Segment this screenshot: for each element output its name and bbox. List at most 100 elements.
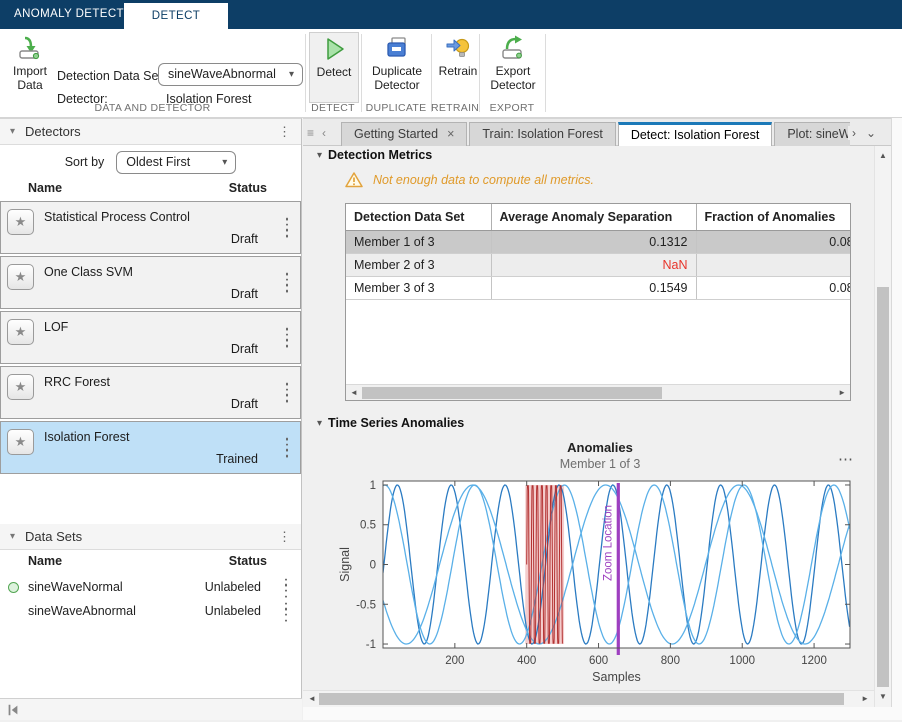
chart-options-icon[interactable]: ⋯ (838, 450, 854, 468)
x-tick-label: 600 (589, 655, 608, 667)
document-tab[interactable]: Getting Started× (341, 122, 467, 147)
collapsed-panel-strip (891, 118, 902, 720)
tab-close-icon[interactable]: × (447, 127, 454, 141)
collapse-panel-icon[interactable] (6, 703, 20, 717)
datasets-kebab-icon[interactable]: ⋮ (278, 529, 291, 545)
detectors-panel-header[interactable]: ▾ Detectors ⋮ (0, 119, 301, 145)
metrics-table-body: Member 1 of 30.13120.0846Member 2 of 3Na… (346, 231, 851, 300)
detect-button[interactable]: Detect (309, 32, 359, 103)
table-cell: 0.0846 (696, 277, 851, 300)
scrollbar-thumb[interactable] (362, 387, 662, 399)
scroll-right-icon[interactable]: ► (861, 691, 869, 707)
table-cell: Member 2 of 3 (346, 254, 491, 277)
table-header-cell[interactable]: Average Anomaly Separation (491, 204, 696, 231)
ribbon-separator (361, 34, 362, 112)
datasets-panel-header[interactable]: ▾ Data Sets ⋮ (0, 524, 301, 550)
scroll-down-icon[interactable]: ▼ (879, 689, 887, 705)
favorite-star-button[interactable]: ★ (7, 264, 34, 290)
document-horizontal-scrollbar[interactable]: ◄ ► (303, 690, 874, 707)
document-tab[interactable]: Train: Isolation Forest (469, 122, 615, 147)
document-tab-bar: ≡ ‹ Getting Started×Train: Isolation For… (303, 118, 902, 146)
table-header-cell[interactable]: Fraction of Anomalies (696, 204, 851, 231)
scroll-right-icon[interactable]: ► (838, 385, 846, 401)
import-data-button[interactable]: Import Data (4, 32, 56, 103)
detectors-kebab-icon[interactable]: ⋮ (278, 124, 291, 140)
favorite-star-button[interactable]: ★ (7, 374, 34, 400)
sort-by-dropdown[interactable]: Oldest First ▾ (116, 151, 236, 174)
combobox-dropdown-icon[interactable]: ▾ (289, 64, 294, 85)
metrics-table[interactable]: Detection Data SetAverage Anomaly Separa… (346, 204, 851, 300)
collapse-triangle-icon[interactable]: ▾ (10, 531, 15, 542)
item-kebab-icon[interactable] (286, 326, 289, 349)
datasets-panel-title: Data Sets (25, 529, 82, 544)
dataset-row[interactable]: sineWaveAbnormalUnlabeled (0, 600, 301, 624)
section-collapse-icon[interactable]: ▾ (317, 418, 322, 429)
section-duplicate: DUPLICATE (361, 102, 431, 114)
plot-area[interactable] (383, 481, 850, 648)
detector-status: Trained (216, 452, 258, 466)
favorite-star-button[interactable]: ★ (7, 429, 34, 455)
item-kebab-icon[interactable] (285, 577, 288, 600)
y-tick-label: -1 (366, 639, 376, 651)
dataset-row[interactable]: sineWaveNormalUnlabeled (0, 576, 301, 600)
retrain-button[interactable]: Retrain (434, 32, 482, 103)
scroll-left-icon[interactable]: ◄ (350, 385, 358, 401)
zoom-location-label: Zoom Location (602, 505, 614, 581)
x-tick-label: 400 (517, 655, 536, 667)
table-row[interactable]: Member 3 of 30.15490.0846 (346, 277, 851, 300)
y-axis-label: Signal (338, 547, 352, 582)
detector-card[interactable]: ★One Class SVMDraft (0, 256, 301, 309)
dock-menu-icon[interactable]: ≡ (307, 126, 314, 140)
detector-card[interactable]: ★Isolation ForestTrained (0, 421, 301, 474)
warning-icon (345, 172, 363, 188)
ribbon-separator (479, 34, 480, 112)
duplicate-detector-label: Duplicate Detector (364, 64, 430, 92)
scrollbar-thumb[interactable] (319, 693, 844, 705)
detector-card[interactable]: ★LOFDraft (0, 311, 301, 364)
tabs-scroll-left-icon[interactable]: ‹ (322, 126, 326, 140)
scroll-left-icon[interactable]: ◄ (308, 691, 316, 707)
detector-name: One Class SVM (44, 265, 133, 279)
item-kebab-icon[interactable] (285, 601, 288, 624)
item-kebab-icon[interactable] (286, 436, 289, 459)
datasets-col-status: Status (229, 554, 267, 568)
sort-dropdown-icon[interactable]: ▾ (222, 152, 227, 173)
scrollbar-thumb[interactable] (877, 287, 889, 687)
detectors-column-headers: Name Status (0, 179, 301, 201)
table-cell: 0.0846 (696, 231, 851, 254)
sort-row: Sort by Oldest First ▾ (0, 145, 301, 179)
table-row[interactable]: Member 1 of 30.13120.0846 (346, 231, 851, 254)
table-horizontal-scrollbar[interactable]: ◄ ► (346, 384, 850, 400)
duplicate-detector-button[interactable]: Duplicate Detector (364, 32, 430, 103)
favorite-star-button[interactable]: ★ (7, 209, 34, 235)
scroll-up-icon[interactable]: ▲ (879, 148, 887, 164)
detector-card[interactable]: ★ Statistical Process Control Draft (0, 201, 301, 254)
detector-name: Statistical Process Control (44, 210, 190, 224)
detector-card[interactable]: ★RRC ForestDraft (0, 366, 301, 419)
detection-metrics-section-header[interactable]: ▾ Detection Metrics (317, 148, 432, 162)
table-row[interactable]: Member 2 of 3NaN0 (346, 254, 851, 277)
document-tab[interactable]: Detect: Isolation Forest (618, 122, 773, 147)
detectors-panel-title: Detectors (25, 124, 81, 139)
ribbon-separator (305, 34, 306, 112)
time-series-section-header[interactable]: ▾ Time Series Anomalies (317, 416, 464, 430)
favorite-star-button[interactable]: ★ (7, 319, 34, 345)
table-header-cell[interactable]: Detection Data Set (346, 204, 491, 231)
item-kebab-icon[interactable] (286, 271, 289, 294)
export-detector-button[interactable]: Export Detector (483, 32, 543, 103)
document-tab[interactable]: Plot: sineWa (774, 122, 850, 147)
detector-status: Draft (231, 232, 258, 246)
ribbon-tab-detect[interactable]: DETECT (124, 3, 228, 29)
document-vertical-scrollbar[interactable]: ▲ ▼ (874, 146, 891, 707)
tabs-scroll-right-icon[interactable]: › (852, 126, 856, 140)
item-kebab-icon[interactable] (286, 381, 289, 404)
tabs-list-icon[interactable]: ⌄ (866, 126, 876, 140)
section-data-and-detector: DATA AND DETECTOR (0, 102, 305, 114)
dataset-list: sineWaveNormalUnlabeledsineWaveAbnormalU… (0, 576, 301, 624)
anomalies-plot-svg[interactable]: Zoom Location20040060080010001200-1-0.50… (330, 438, 870, 690)
item-kebab-icon[interactable] (286, 216, 289, 239)
section-collapse-icon[interactable]: ▾ (317, 150, 322, 161)
collapse-triangle-icon[interactable]: ▾ (10, 126, 15, 137)
detection-data-set-combobox[interactable]: sineWaveAbnormal ▾ (158, 63, 303, 86)
table-cell: Member 1 of 3 (346, 231, 491, 254)
